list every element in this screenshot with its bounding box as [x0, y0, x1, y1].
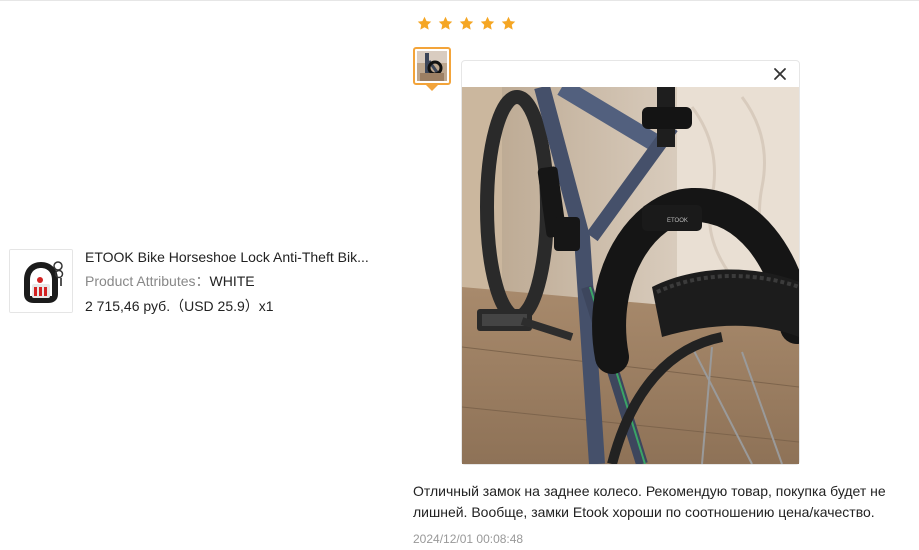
- review-photo[interactable]: ETOOK: [462, 87, 799, 464]
- photo-viewer: ETOOK: [461, 60, 800, 465]
- product-thumbnail[interactable]: [9, 249, 73, 313]
- star-icon: [479, 15, 496, 32]
- star-icon: [437, 15, 454, 32]
- attributes-label: Product Attributes：: [85, 273, 210, 289]
- product-attributes: Product Attributes：WHITE: [85, 273, 255, 289]
- review-thumbnail-image: [417, 51, 447, 81]
- top-divider: [0, 0, 919, 1]
- thumbnail-pointer: [426, 85, 438, 91]
- star-rating: [416, 15, 517, 35]
- product-card[interactable]: ETOOK Bike Horseshoe Lock Anti-Theft Bik…: [9, 249, 409, 314]
- star-icon: [416, 15, 433, 32]
- product-title[interactable]: ETOOK Bike Horseshoe Lock Anti-Theft Bik…: [85, 249, 385, 265]
- review-text: Отличный замок на заднее колесо. Рекомен…: [413, 483, 886, 520]
- close-icon[interactable]: [771, 65, 789, 83]
- product-price: 2 715,46 руб.（USD 25.9）x1: [85, 298, 274, 314]
- svg-text:ETOOK: ETOOK: [667, 218, 688, 224]
- star-icon: [500, 15, 517, 32]
- review-photo-thumbnail[interactable]: [413, 47, 451, 85]
- horseshoe-lock-image: [10, 250, 72, 312]
- attributes-value: WHITE: [209, 273, 255, 289]
- review-date: 2024/12/01 00:08:48: [413, 532, 524, 546]
- bike-horseshoe-lock-photo: ETOOK: [462, 87, 799, 464]
- star-icon: [458, 15, 475, 32]
